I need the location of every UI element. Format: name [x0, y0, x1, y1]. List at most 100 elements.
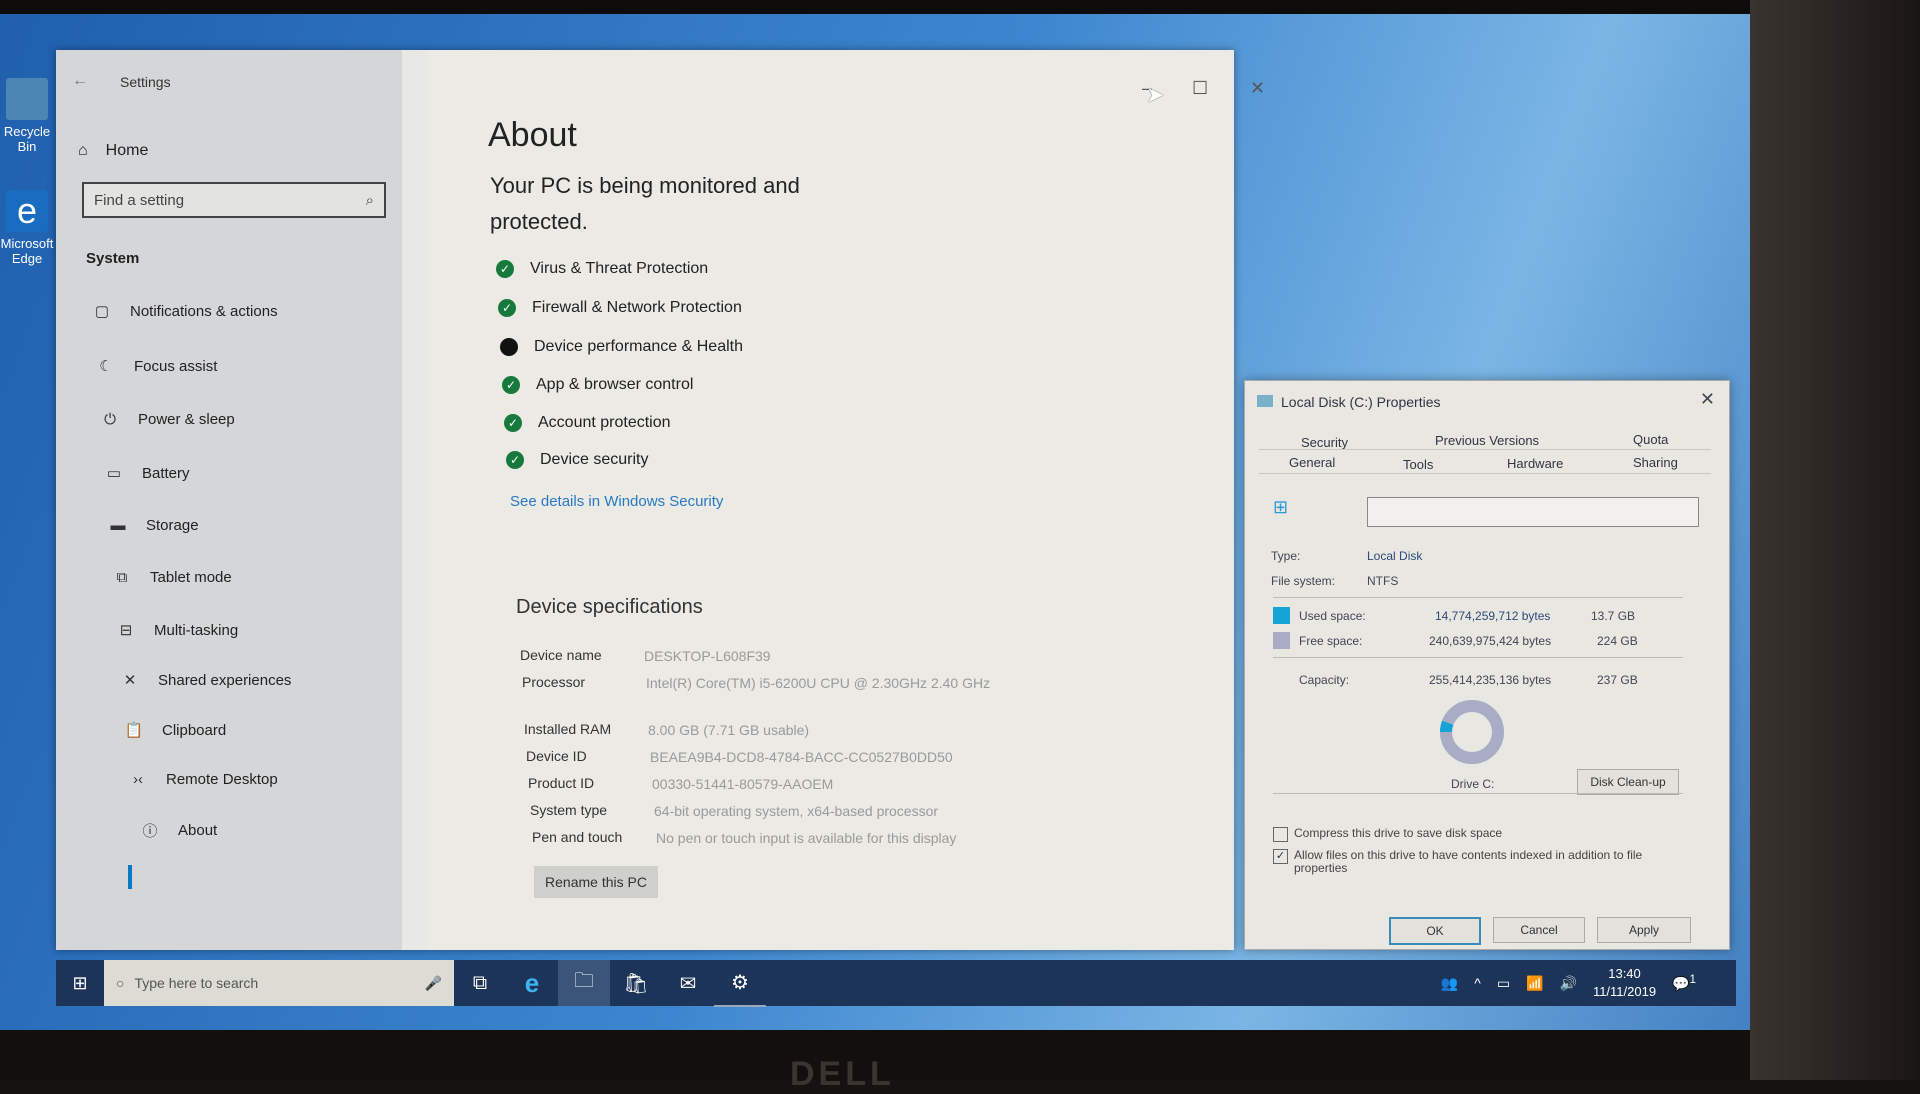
settings-window: ← Settings ⌂ Home Find a setting ⌕ Syste…: [56, 50, 1265, 950]
shared-icon: ✕: [123, 672, 137, 689]
nav-home[interactable]: ⌂ Home: [78, 142, 148, 160]
people-icon[interactable]: 👥: [1441, 975, 1458, 992]
desktop-icon-label: Recycle Bin: [3, 124, 51, 154]
monitor-brand-logo: DELL: [790, 1055, 895, 1093]
settings-search-input[interactable]: Find a setting ⌕: [82, 182, 386, 218]
nav-item-multitasking[interactable]: ⊟ Multi-tasking: [116, 621, 239, 640]
battery-icon: ▭: [106, 465, 122, 482]
settings-nav: ← Settings ⌂ Home Find a setting ⌕ Syste…: [56, 50, 402, 950]
taskbar: ⊞ ○ Type here to search 🎤 ⧉ e 🗀 🛍 ✉ ⚙ 👥 …: [56, 959, 1736, 1007]
drive-name-input[interactable]: [1367, 497, 1699, 527]
spec-key: Device name: [520, 647, 602, 663]
back-arrow-icon[interactable]: ←: [72, 72, 88, 90]
spec-value: 64-bit operating system, x64-based proce…: [654, 803, 939, 819]
nav-item-shared-experiences[interactable]: ✕ Shared experiences: [120, 671, 292, 690]
protection-item-label: Device performance & Health: [534, 338, 743, 355]
storage-icon: ▬: [110, 517, 126, 534]
desktop: Recycle Bin e Microsoft Edge ← Settings …: [0, 0, 1920, 1093]
nav-item-tablet-mode[interactable]: ⧉ Tablet mode: [112, 569, 232, 586]
spec-key: Device ID: [526, 748, 587, 764]
apply-button[interactable]: Apply: [1597, 917, 1691, 943]
checkbox-box[interactable]: [1273, 827, 1288, 842]
check-icon: ✓: [502, 376, 520, 394]
spec-key: Processor: [522, 674, 586, 690]
rename-pc-button[interactable]: Rename this PC: [534, 866, 658, 898]
divider: [1273, 597, 1683, 598]
tab-previous-versions[interactable]: Previous Versions: [1435, 433, 1539, 448]
taskbar-search[interactable]: ○ Type here to search 🎤: [104, 960, 454, 1006]
dialog-close-button[interactable]: ✕: [1700, 389, 1715, 410]
nav-item-label: Tablet mode: [150, 569, 232, 586]
nav-item-storage[interactable]: ▬ Storage: [108, 517, 199, 534]
protection-item-label: Account protection: [538, 414, 671, 431]
spec-value: 8.00 GB (7.71 GB usable): [648, 722, 810, 738]
desktop-icon-recycle-bin[interactable]: Recycle Bin: [0, 78, 54, 154]
wifi-icon[interactable]: 📶: [1526, 975, 1543, 992]
tab-divider: [1259, 473, 1711, 474]
specs-title: Device specifications: [516, 596, 703, 618]
nav-item-notifications[interactable]: ▢ Notifications & actions: [92, 302, 278, 321]
checkbox-box[interactable]: ✓: [1273, 849, 1288, 864]
store-icon[interactable]: 🛍: [610, 960, 662, 1006]
section-label: System: [86, 250, 140, 267]
file-explorer-icon[interactable]: 🗀: [558, 960, 610, 1006]
type-label: Type:: [1271, 549, 1301, 563]
nav-item-label: Clipboard: [162, 721, 227, 739]
taskbar-search-placeholder: Type here to search: [134, 975, 259, 991]
type-value: Local Disk: [1367, 549, 1423, 563]
window-title: Settings: [120, 74, 171, 90]
spec-row: Product ID 00330-51441-80579-AAOEM: [528, 775, 1012, 794]
tab-sharing[interactable]: Sharing: [1633, 455, 1678, 470]
search-icon[interactable]: ⌕: [366, 192, 374, 209]
protection-item-label: Firewall & Network Protection: [532, 299, 742, 316]
disk-cleanup-button[interactable]: Disk Clean-up: [1577, 769, 1679, 795]
microphone-icon[interactable]: 🎤: [425, 975, 442, 992]
nav-item-clipboard[interactable]: 📋 Clipboard: [124, 721, 227, 740]
spec-row: Device ID BEAEA9B4-DCD8-4784-BACC-CC0527…: [526, 748, 1010, 767]
spec-value: BEAEA9B4-DCD8-4784-BACC-CC0527B0DD50: [650, 749, 953, 765]
spec-key: Product ID: [528, 775, 595, 791]
usage-donut-chart: [1440, 700, 1504, 764]
notification-center-icon[interactable]: 💬1: [1672, 973, 1696, 993]
spec-row: Installed RAM 8.00 GB (7.71 GB usable): [524, 721, 1008, 740]
tab-general[interactable]: General: [1289, 455, 1335, 470]
tab-tools[interactable]: Tools: [1403, 457, 1433, 472]
maximize-button[interactable]: ☐: [1192, 78, 1208, 99]
tab-quota[interactable]: Quota: [1633, 432, 1668, 447]
chevron-up-icon[interactable]: ^: [1474, 975, 1481, 991]
spec-row: Device name DESKTOP-L608F39: [520, 647, 1004, 666]
windows-security-link[interactable]: See details in Windows Security: [510, 493, 723, 510]
capacity-label: Capacity:: [1299, 673, 1350, 687]
nav-item-remote-desktop[interactable]: ›‹ Remote Desktop: [128, 771, 278, 788]
volume-icon[interactable]: 🔊: [1560, 975, 1577, 992]
active-indicator: [128, 865, 132, 889]
capacity-gb: 237 GB: [1597, 673, 1638, 687]
tablet-icon: ⧉: [116, 569, 128, 586]
time: 13:40: [1608, 966, 1641, 981]
disk-properties-dialog: Local Disk (C:) Properties ✕ Security Pr…: [1244, 380, 1730, 950]
free-space-swatch: [1273, 632, 1290, 649]
battery-icon[interactable]: ▭: [1497, 975, 1510, 992]
cancel-button[interactable]: Cancel: [1493, 917, 1585, 943]
index-checkbox[interactable]: ✓ Allow files on this drive to have cont…: [1273, 849, 1673, 875]
desktop-icon-edge[interactable]: e Microsoft Edge: [0, 190, 54, 266]
mail-icon[interactable]: ✉: [662, 960, 714, 1006]
nav-item-focus-assist[interactable]: ☾ Focus assist: [96, 357, 217, 376]
compress-checkbox[interactable]: Compress this drive to save disk space: [1273, 827, 1673, 842]
task-view-icon[interactable]: ⧉: [454, 960, 506, 1006]
start-button[interactable]: ⊞: [56, 960, 104, 1006]
notification-count: 1: [1689, 973, 1696, 987]
settings-icon[interactable]: ⚙: [714, 959, 766, 1007]
tab-hardware[interactable]: Hardware: [1507, 456, 1563, 471]
clock[interactable]: 13:40 11/11/2019: [1593, 965, 1656, 1001]
nav-item-battery[interactable]: ▭ Battery: [104, 464, 190, 483]
protection-status: Your PC is being monitored and protected…: [490, 173, 800, 234]
ok-button[interactable]: OK: [1389, 917, 1481, 945]
clipboard-icon: 📋: [124, 722, 144, 739]
nav-item-power-sleep[interactable]: ⏻ Power & sleep: [100, 411, 235, 428]
nav-item-label: Power & sleep: [138, 411, 235, 428]
nav-item-about[interactable]: ⓘ About: [140, 820, 217, 841]
edge-icon[interactable]: e: [506, 960, 558, 1006]
close-button[interactable]: ✕: [1250, 78, 1265, 99]
tab-security[interactable]: Security: [1301, 435, 1348, 450]
